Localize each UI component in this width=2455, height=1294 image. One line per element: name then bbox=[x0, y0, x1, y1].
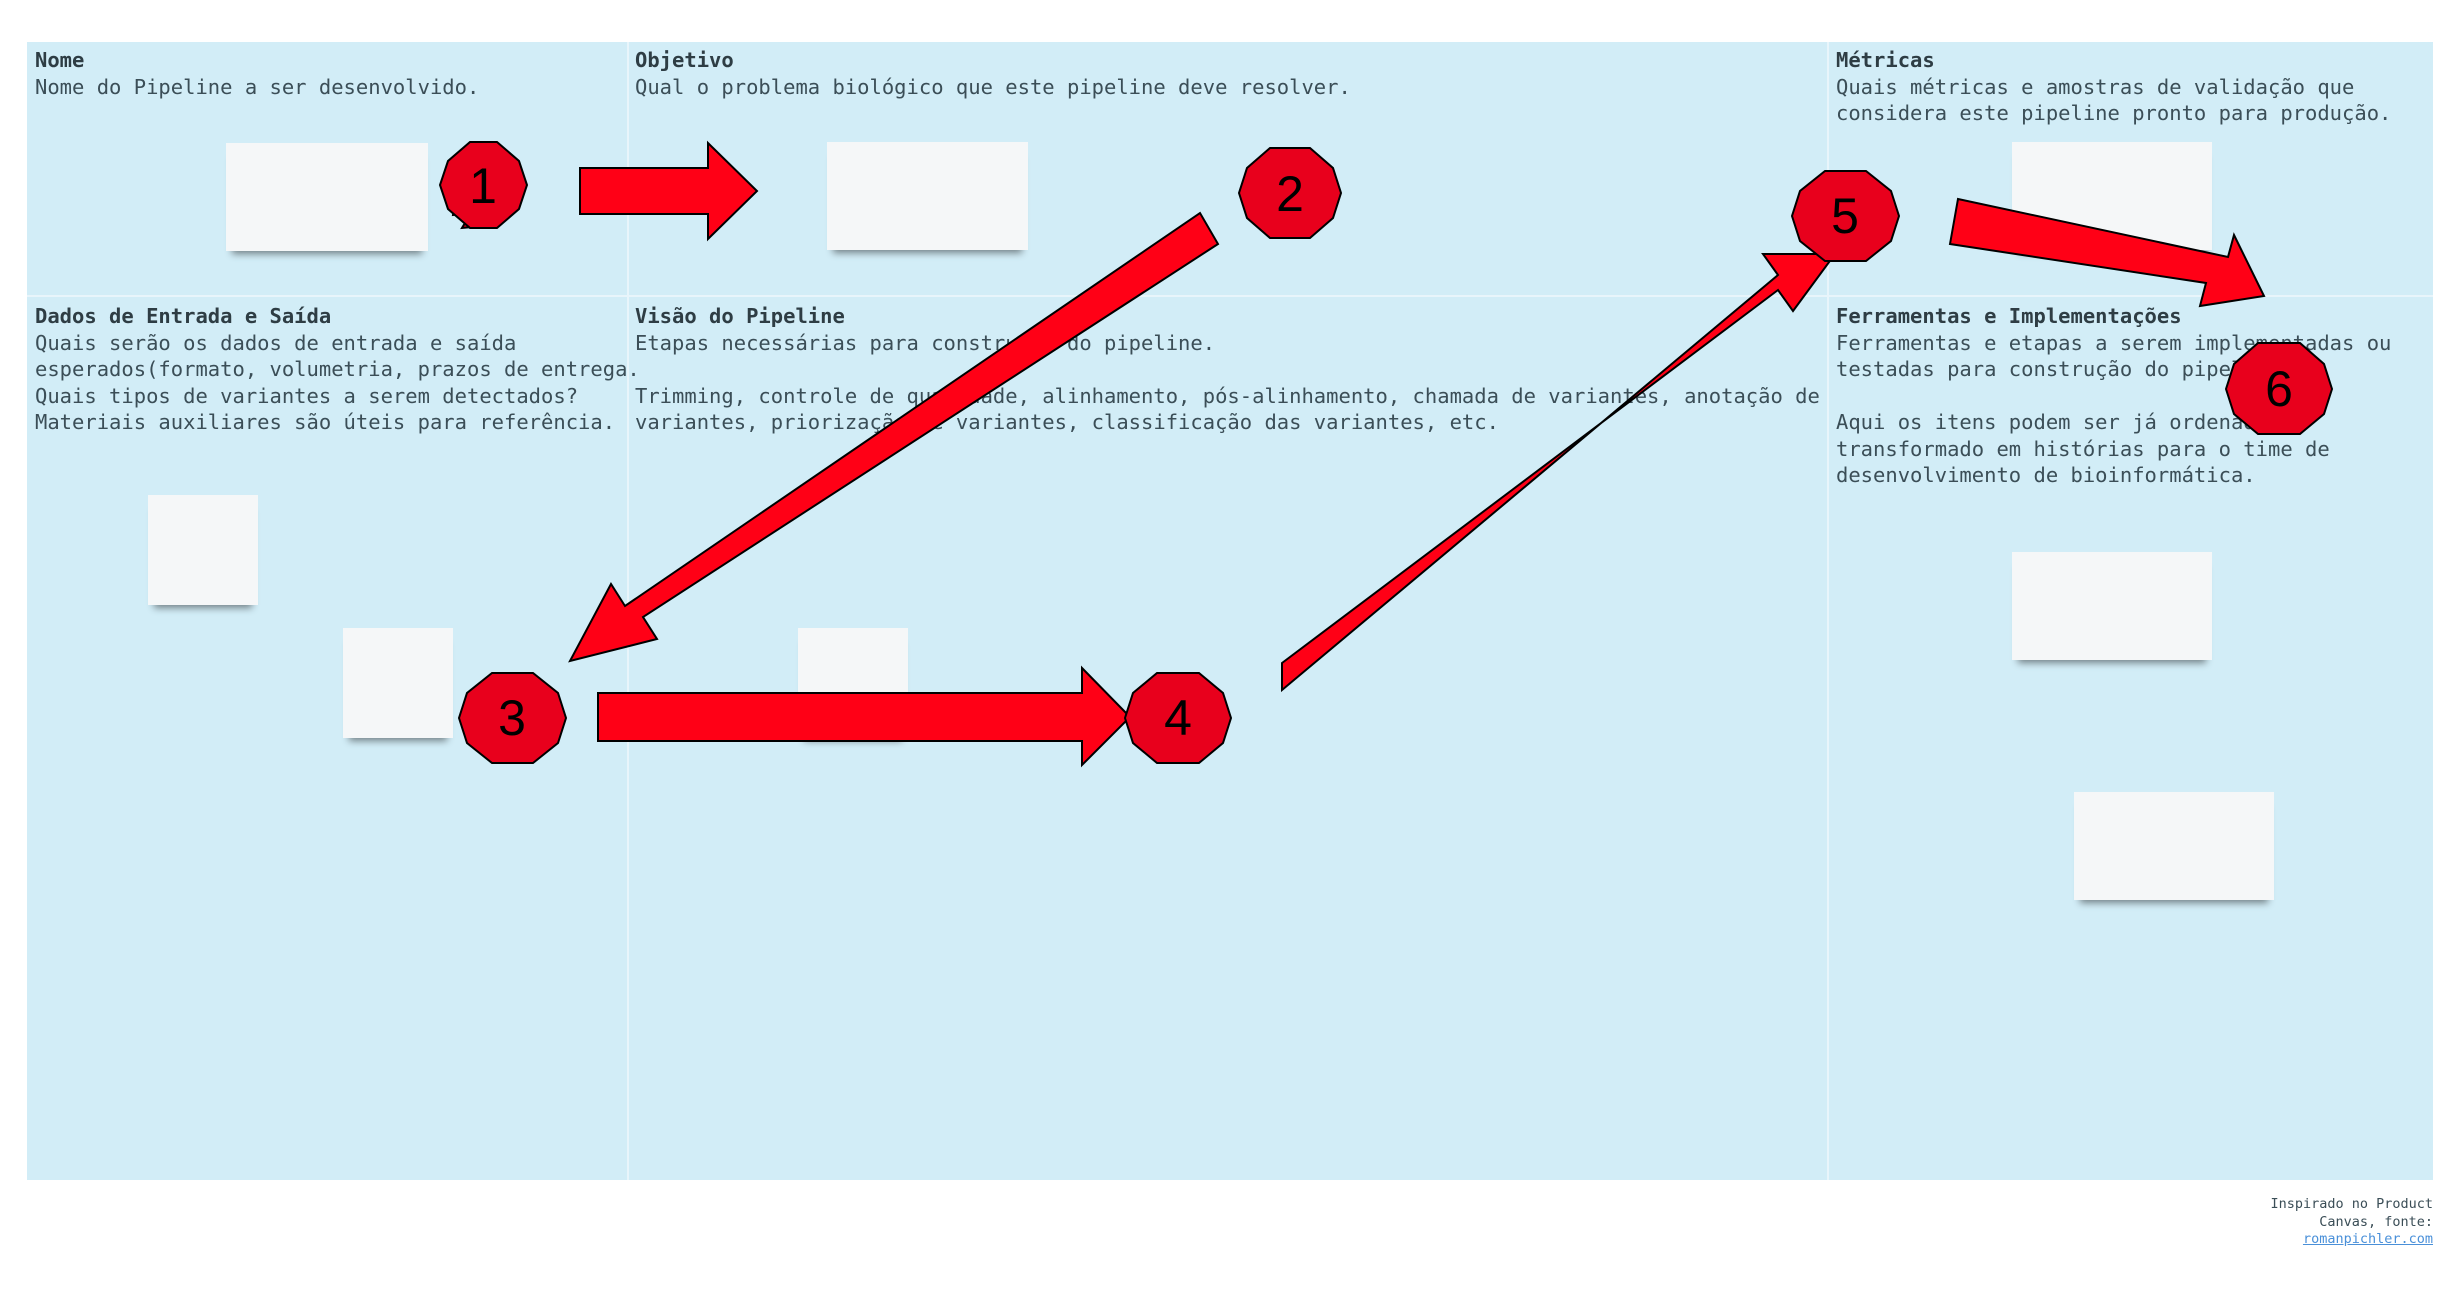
arrow-2-to-3 bbox=[568, 211, 1220, 663]
footer-line-1: Inspirado no Product bbox=[2270, 1196, 2433, 1212]
step-badge-6: 6 bbox=[2224, 342, 2334, 435]
step-badge-1: 1 bbox=[438, 141, 529, 230]
footer-link[interactable]: romanpichler.com bbox=[2270, 1231, 2433, 1249]
step-badge-2-label: 2 bbox=[1276, 166, 1304, 222]
step-badge-4-label: 4 bbox=[1164, 690, 1192, 746]
arrow-4-to-5 bbox=[1281, 253, 1837, 693]
arrow-5-to-6 bbox=[1948, 197, 2266, 308]
arrow-1-to-2 bbox=[579, 140, 759, 242]
step-badge-6-label: 6 bbox=[2265, 361, 2293, 417]
step-badge-3: 3 bbox=[457, 672, 568, 764]
flow-overlay: 1 2 3 4 5 6 bbox=[438, 140, 2334, 768]
step-badge-5-label: 5 bbox=[1831, 188, 1859, 244]
step-badge-3-label: 3 bbox=[498, 690, 526, 746]
step-badge-5: 5 bbox=[1790, 170, 1901, 262]
step-badge-4: 4 bbox=[1123, 672, 1233, 764]
step-badge-1-label: 1 bbox=[469, 158, 497, 214]
step-badge-2: 2 bbox=[1237, 147, 1343, 239]
arrow-3-to-4 bbox=[597, 665, 1132, 768]
footer-line-2: Canvas, fonte: bbox=[2319, 1213, 2433, 1230]
footer-attribution: Inspirado no Product Canvas, fonte: roma… bbox=[2270, 1196, 2433, 1249]
